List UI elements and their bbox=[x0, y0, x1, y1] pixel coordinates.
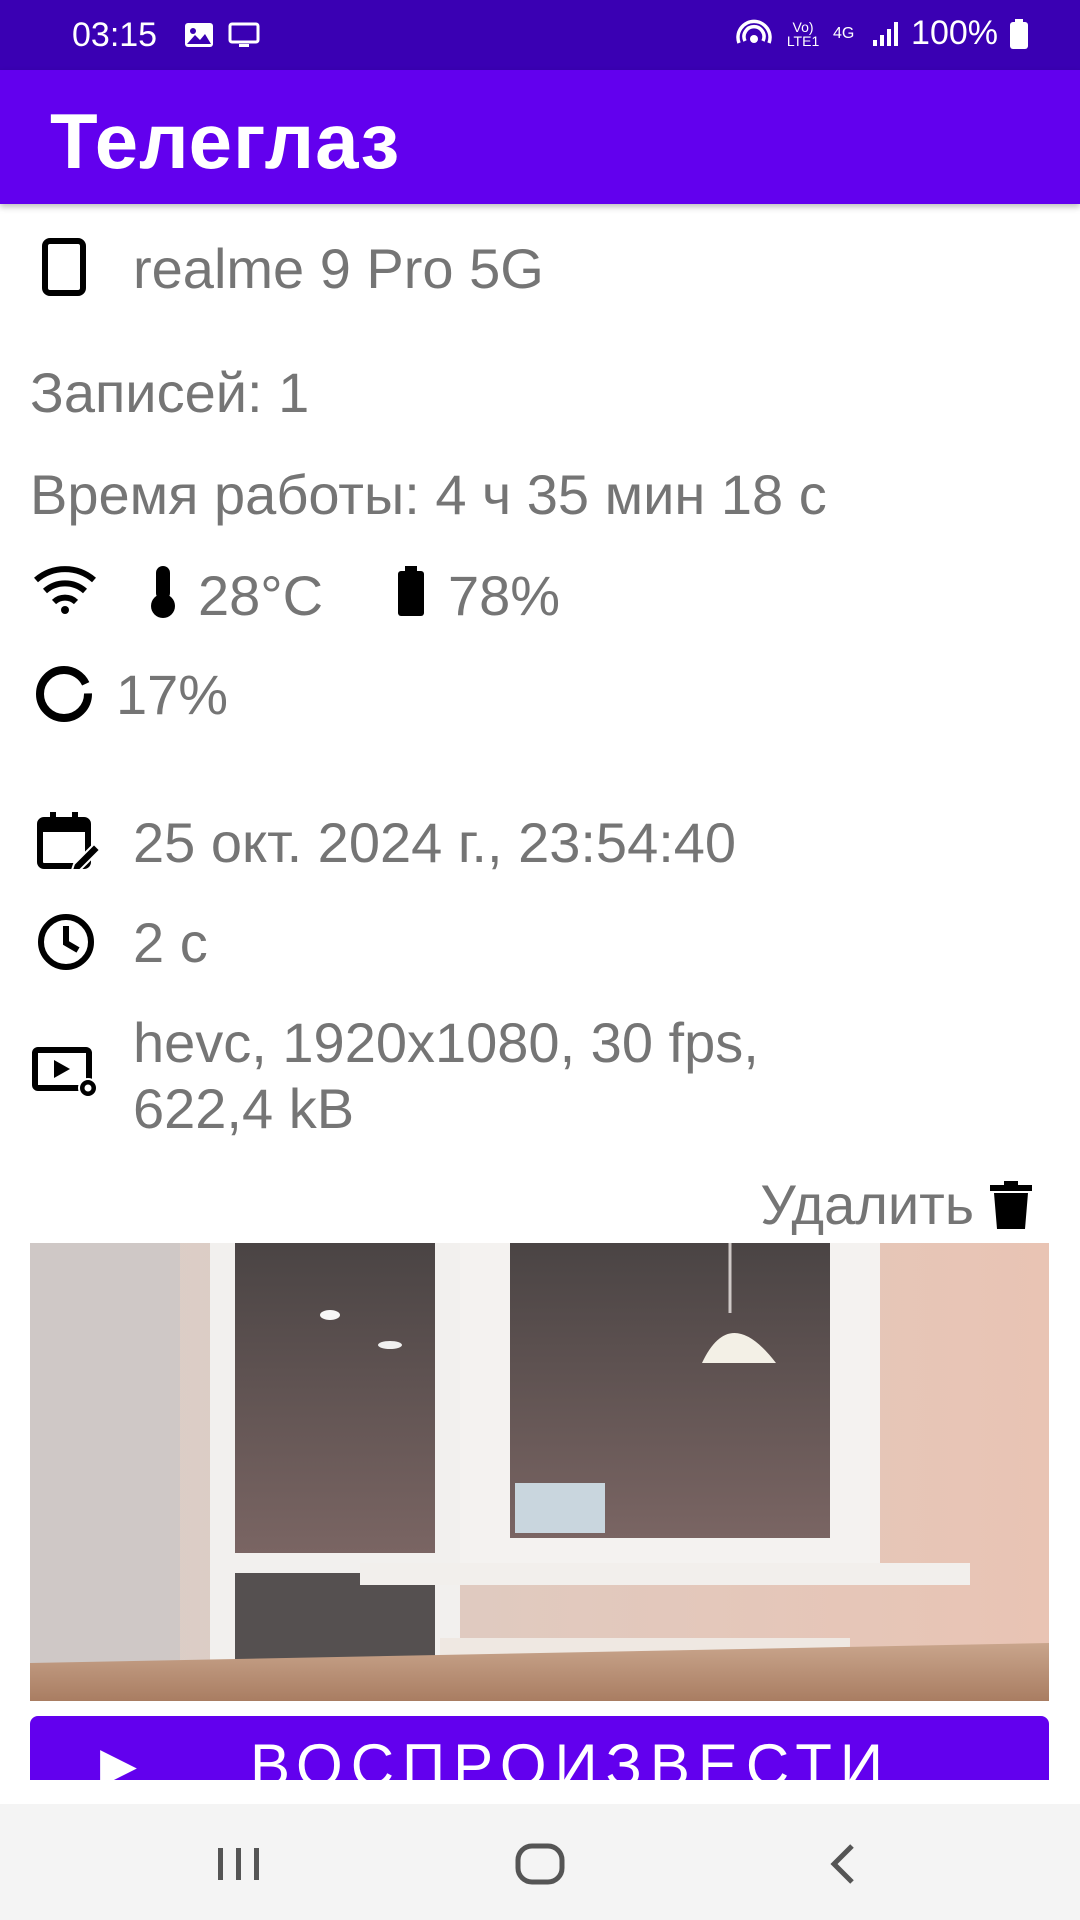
status-time: 03:15 bbox=[72, 16, 158, 54]
uptime: Время работы: 4 ч 35 мин 18 с bbox=[30, 463, 827, 526]
video-settings-icon bbox=[32, 1047, 98, 1098]
signal-icon bbox=[873, 21, 899, 46]
monitor-icon bbox=[228, 22, 260, 47]
video-info-line2: 622,4 kB bbox=[133, 1077, 355, 1140]
4g-icon: 4G bbox=[833, 24, 855, 42]
delete-button[interactable]: Удалить bbox=[760, 1172, 1032, 1237]
cpu-usage-icon bbox=[36, 666, 92, 722]
recording-datetime: 25 окт. 2024 г., 23:54:40 bbox=[133, 811, 737, 874]
app-title: Телеглаз bbox=[50, 97, 401, 185]
temperature: 28°C bbox=[198, 564, 324, 627]
play-label: ВОСПРОИЗВЕСТИ bbox=[250, 1732, 892, 1781]
device-name: realme 9 Pro 5G bbox=[133, 237, 544, 300]
play-icon: ▶ bbox=[100, 1739, 137, 1780]
battery-level: 78% bbox=[448, 564, 561, 627]
recents-button[interactable] bbox=[214, 1844, 264, 1884]
video-info-line1: hevc, 1920x1080, 30 fps, bbox=[133, 1011, 759, 1074]
home-button[interactable] bbox=[514, 1842, 566, 1886]
phone-icon bbox=[42, 238, 86, 296]
image-icon bbox=[185, 23, 213, 47]
thermometer-icon bbox=[151, 566, 175, 618]
battery-level-icon bbox=[398, 566, 424, 616]
app-bar: Телеглаз bbox=[0, 70, 1080, 204]
volte-icon: Vo) LTE1 bbox=[786, 18, 820, 49]
clock-icon bbox=[38, 914, 94, 970]
battery-icon bbox=[1010, 18, 1028, 49]
play-button[interactable]: ▶ ВОСПРОИЗВЕСТИ bbox=[30, 1716, 1049, 1780]
wifi-icon bbox=[34, 566, 96, 614]
status-right-icons: Vo) LTE1 4G 100% bbox=[735, 14, 1028, 53]
status-bar: 03:15 Vo) LTE1 4G 100% bbox=[0, 0, 1080, 70]
delete-label: Удалить bbox=[760, 1173, 974, 1236]
battery-percent: 100% bbox=[911, 14, 998, 52]
back-button[interactable] bbox=[826, 1842, 860, 1886]
calendar-edit-icon bbox=[37, 812, 102, 870]
trash-icon bbox=[990, 1180, 1032, 1229]
hotspot-icon bbox=[736, 19, 772, 44]
cpu-usage: 17% bbox=[116, 663, 229, 726]
recording-duration: 2 с bbox=[133, 911, 208, 974]
records-count: Записей: 1 bbox=[30, 361, 310, 424]
navigation-bar bbox=[0, 1804, 1080, 1920]
recording-thumbnail[interactable] bbox=[30, 1243, 1049, 1701]
status-left-icons bbox=[184, 22, 260, 48]
